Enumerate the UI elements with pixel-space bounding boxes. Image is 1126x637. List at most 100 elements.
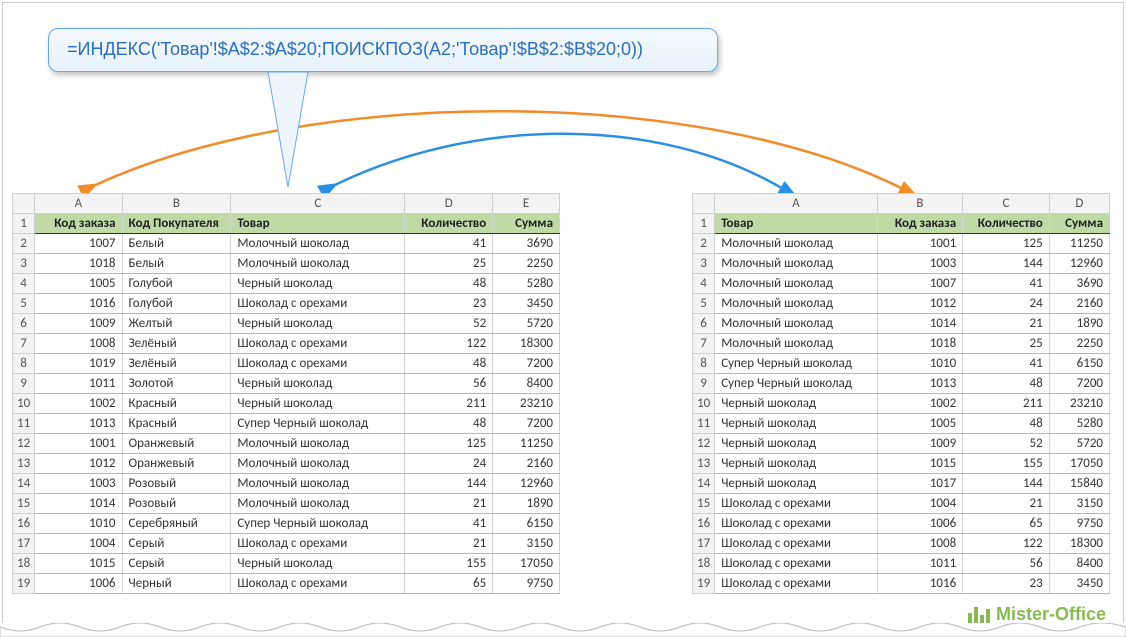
cell[interactable]: Шоколад с орехами <box>715 574 878 594</box>
cell[interactable]: 24 <box>963 294 1050 314</box>
col-header[interactable]: E <box>493 194 560 214</box>
cell[interactable]: Черный шоколад <box>231 274 405 294</box>
row-number[interactable]: 11 <box>13 414 35 434</box>
cell[interactable]: 2160 <box>493 454 560 474</box>
cell[interactable]: 48 <box>405 414 493 434</box>
cell[interactable]: 15840 <box>1049 474 1109 494</box>
cell[interactable]: 1004 <box>35 534 122 554</box>
row-number[interactable]: 6 <box>693 314 715 334</box>
cell[interactable]: 1014 <box>877 314 962 334</box>
table-header[interactable]: Сумма <box>1049 214 1109 234</box>
cell[interactable]: Золотой <box>122 374 231 394</box>
cell[interactable]: Желтый <box>122 314 231 334</box>
cell[interactable]: 144 <box>963 254 1050 274</box>
cell[interactable]: 9750 <box>493 574 560 594</box>
cell[interactable]: Красный <box>122 394 231 414</box>
cell[interactable]: Шоколад с орехами <box>231 354 405 374</box>
cell[interactable]: Молочный шоколад <box>231 494 405 514</box>
cell[interactable]: 9750 <box>1049 514 1109 534</box>
cell[interactable]: 144 <box>963 474 1050 494</box>
cell[interactable]: 2250 <box>493 254 560 274</box>
cell[interactable]: 125 <box>405 434 493 454</box>
cell[interactable]: 1008 <box>877 534 962 554</box>
row-number[interactable]: 17 <box>13 534 35 554</box>
cell[interactable]: Молочный шоколад <box>715 314 878 334</box>
cell[interactable]: 23 <box>405 294 493 314</box>
cell[interactable]: Белый <box>122 254 231 274</box>
row-number[interactable]: 6 <box>13 314 35 334</box>
cell[interactable]: Супер Черный шоколад <box>715 374 878 394</box>
cell[interactable]: Шоколад с орехами <box>715 554 878 574</box>
cell[interactable]: 17050 <box>493 554 560 574</box>
cell[interactable]: 6150 <box>493 514 560 534</box>
cell[interactable]: 25 <box>963 334 1050 354</box>
spreadsheet-right[interactable]: ABCD1ТоварКод заказаКоличествоСумма2Моло… <box>692 193 1110 594</box>
row-number[interactable]: 2 <box>13 234 35 254</box>
cell[interactable]: 21 <box>963 494 1050 514</box>
cell[interactable]: 1015 <box>877 454 962 474</box>
cell[interactable]: 3150 <box>493 534 560 554</box>
cell[interactable]: 48 <box>963 414 1050 434</box>
cell[interactable]: 211 <box>963 394 1050 414</box>
cell[interactable]: 1018 <box>877 334 962 354</box>
cell[interactable]: Шоколад с орехами <box>715 494 878 514</box>
cell[interactable]: 155 <box>405 554 493 574</box>
cell[interactable]: 1014 <box>35 494 122 514</box>
cell[interactable]: 17050 <box>1049 454 1109 474</box>
row-number[interactable]: 16 <box>13 514 35 534</box>
cell[interactable]: 18300 <box>493 334 560 354</box>
cell[interactable]: 3690 <box>493 234 560 254</box>
cell[interactable]: Черный шоколад <box>715 414 878 434</box>
cell[interactable]: 1009 <box>877 434 962 454</box>
cell[interactable]: 21 <box>405 534 493 554</box>
cell[interactable]: Оранжевый <box>122 454 231 474</box>
cell[interactable]: Серебряный <box>122 514 231 534</box>
cell[interactable]: Молочный шоколад <box>231 474 405 494</box>
cell[interactable]: 48 <box>963 374 1050 394</box>
cell[interactable]: Супер Черный шоколад <box>231 514 405 534</box>
cell[interactable]: Зелёный <box>122 334 231 354</box>
cell[interactable]: 1009 <box>35 314 122 334</box>
row-number[interactable]: 10 <box>13 394 35 414</box>
cell[interactable]: 1015 <box>35 554 122 574</box>
cell[interactable]: 48 <box>405 354 493 374</box>
col-header[interactable]: D <box>405 194 493 214</box>
cell[interactable]: 23210 <box>1049 394 1109 414</box>
cell[interactable]: 155 <box>963 454 1050 474</box>
cell[interactable]: 1016 <box>35 294 122 314</box>
cell[interactable]: 1007 <box>35 234 122 254</box>
cell[interactable]: 6150 <box>1049 354 1109 374</box>
row-number[interactable]: 8 <box>13 354 35 374</box>
row-number[interactable]: 13 <box>13 454 35 474</box>
row-number[interactable]: 9 <box>693 374 715 394</box>
cell[interactable]: 1011 <box>35 374 122 394</box>
cell[interactable]: 1003 <box>877 254 962 274</box>
cell[interactable]: 1005 <box>877 414 962 434</box>
cell[interactable]: 1005 <box>35 274 122 294</box>
row-number[interactable]: 18 <box>13 554 35 574</box>
row-number[interactable]: 12 <box>693 434 715 454</box>
row-number[interactable]: 14 <box>13 474 35 494</box>
cell[interactable]: Розовый <box>122 494 231 514</box>
cell[interactable]: 122 <box>405 334 493 354</box>
row-number[interactable]: 4 <box>13 274 35 294</box>
cell[interactable]: 1001 <box>35 434 122 454</box>
cell[interactable]: 5720 <box>493 314 560 334</box>
cell[interactable]: 52 <box>963 434 1050 454</box>
cell[interactable]: Розовый <box>122 474 231 494</box>
cell[interactable]: 56 <box>405 374 493 394</box>
row-number[interactable]: 3 <box>13 254 35 274</box>
cell[interactable]: 1002 <box>35 394 122 414</box>
cell[interactable]: 2250 <box>1049 334 1109 354</box>
cell[interactable]: 1013 <box>877 374 962 394</box>
row-number[interactable]: 1 <box>13 214 35 234</box>
col-header[interactable]: D <box>1049 194 1109 214</box>
cell[interactable]: 7200 <box>493 354 560 374</box>
cell[interactable]: 21 <box>963 314 1050 334</box>
cell[interactable]: Черный шоколад <box>231 394 405 414</box>
cell[interactable]: 1013 <box>35 414 122 434</box>
cell[interactable]: 24 <box>405 454 493 474</box>
cell[interactable]: 125 <box>963 234 1050 254</box>
cell[interactable]: 3450 <box>1049 574 1109 594</box>
cell[interactable]: 1006 <box>35 574 122 594</box>
